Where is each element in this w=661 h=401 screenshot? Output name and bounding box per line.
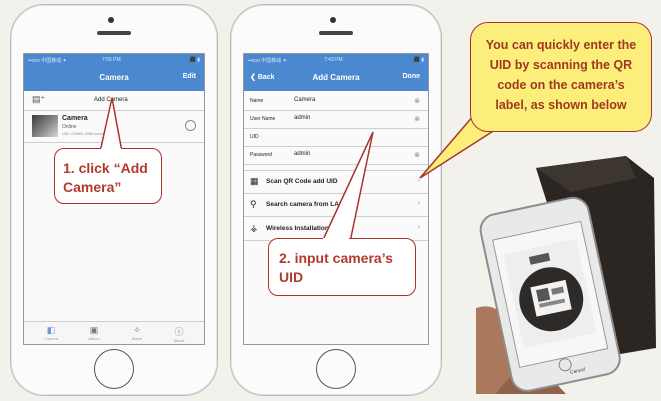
qr-note-callout: You can quickly enter the UID by scannin… — [470, 22, 652, 132]
step2-callout: 2. input camera’s UID — [268, 238, 416, 296]
step1-seam — [101, 148, 121, 151]
step1-callout: 1. click “Add Camera” — [54, 148, 162, 204]
step2-pointer — [320, 131, 374, 243]
step2-seam — [323, 238, 349, 241]
step2-text: 2. input camera’s UID — [279, 250, 393, 285]
step1-pointer — [99, 97, 123, 153]
step1-text: 1. click “Add Camera” — [63, 160, 148, 195]
qr-note-text: You can quickly enter the UID by scannin… — [485, 38, 637, 112]
